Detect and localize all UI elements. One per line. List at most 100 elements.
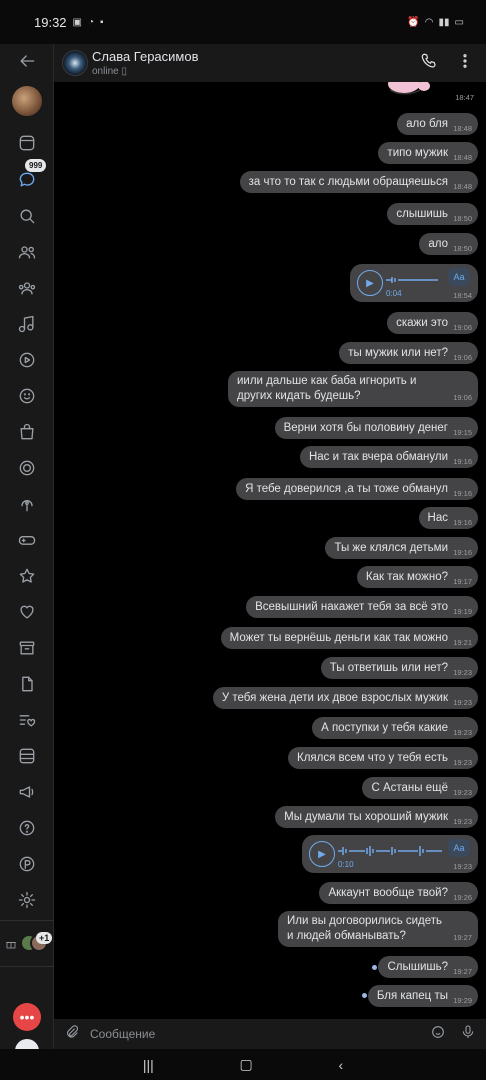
- message-bubble[interactable]: Всевышний накажет тебя за всё это 19:19: [246, 596, 478, 618]
- sidebar-item-messages[interactable]: 999: [0, 159, 54, 195]
- message-text: Или вы договорились сидеть и людей обман…: [287, 915, 443, 942]
- sidebar-item-files[interactable]: [0, 669, 54, 699]
- sidebar-item-games[interactable]: [0, 525, 54, 555]
- chat-bubble-button[interactable]: •••: [13, 1003, 41, 1031]
- waveform: [386, 277, 438, 283]
- message-time: 19:27: [453, 967, 472, 976]
- system-nav-bar: ||| ▢ ‹: [0, 1049, 486, 1080]
- file-icon: [22, 676, 33, 692]
- sidebar-item-market[interactable]: [0, 417, 54, 447]
- chat-title[interactable]: Слава Герасимов online ▯: [92, 49, 199, 77]
- message-bubble[interactable]: У тебя жена дети их двое взрослых мужик 1…: [212, 687, 478, 709]
- voice-record-button[interactable]: [460, 1024, 476, 1045]
- message-bubble[interactable]: Клялся всем что у тебя есть 19:23: [288, 747, 478, 769]
- message-bubble[interactable]: Или вы договорились сидеть и людей обман…: [278, 911, 478, 947]
- message-text: Всевышний накажет тебя за всё это: [255, 601, 448, 613]
- sidebar-item-lists[interactable]: [0, 705, 54, 735]
- sidebar-item-bookmarks[interactable]: [0, 561, 54, 591]
- message-bubble[interactable]: ало бля 18:48: [397, 113, 478, 135]
- message-bubble[interactable]: Может ты вернёшь деньги как так можно 19:…: [220, 627, 478, 649]
- profile-avatar[interactable]: [12, 86, 42, 116]
- message-bubble[interactable]: Ты ответишь или нет? 19:23: [320, 657, 478, 679]
- chevron-left-icon: ‹: [338, 1056, 344, 1073]
- message-time: 19:29: [453, 996, 472, 1005]
- message-text: Нас: [427, 512, 448, 524]
- voice-message[interactable]: ▶ 0:04 Аа 18:54: [350, 264, 478, 302]
- system-back-button[interactable]: ‹: [338, 1057, 343, 1073]
- message-time: 18:54: [453, 291, 472, 300]
- back-button[interactable]: [0, 46, 54, 76]
- recents-button[interactable]: |||: [143, 1057, 154, 1073]
- message-bubble[interactable]: слышишь 18:50: [387, 203, 478, 225]
- sidebar-item-podcasts[interactable]: [0, 489, 54, 519]
- message-bubble[interactable]: Верни хотя бы половину денег 19:15: [274, 417, 478, 439]
- sidebar-item-services[interactable]: [0, 741, 54, 771]
- sidebar-item-communities[interactable]: [0, 273, 54, 303]
- sidebar-item-help[interactable]: [0, 813, 54, 843]
- message-bubble[interactable]: иили дальше как баба игнорить и других к…: [228, 371, 478, 407]
- message-bubble[interactable]: Как так можно? 19:17: [356, 566, 478, 588]
- message-bubble[interactable]: скажи это 19:06: [387, 312, 478, 334]
- emoji-button[interactable]: [430, 1024, 446, 1045]
- online-status: online: [92, 66, 119, 77]
- message-bubble[interactable]: ало 18:50: [419, 233, 478, 255]
- wifi-icon: ◠: [424, 16, 434, 28]
- sidebar-item-gifts[interactable]: [0, 929, 22, 959]
- attach-button[interactable]: [64, 1024, 80, 1045]
- message-bubble[interactable]: С Астаны ещё 19:23: [362, 777, 478, 799]
- message-input[interactable]: Сообщение: [90, 1027, 155, 1041]
- message-bubble[interactable]: А поступки у тебя какие 19:23: [312, 717, 478, 739]
- sidebar-item-ads[interactable]: [0, 777, 54, 807]
- message-bubble[interactable]: Я тебе доверился ,а ты тоже обманул 19:16: [236, 478, 478, 500]
- message-bubble[interactable]: Нас и так вчера обманули 19:16: [299, 446, 478, 468]
- sidebar-item-music[interactable]: [0, 309, 54, 339]
- message-bubble[interactable]: Бля капец ты 19:29: [367, 985, 478, 1007]
- message-text: ты мужик или нет?: [348, 347, 448, 359]
- play-button[interactable]: ▶: [309, 841, 335, 867]
- play-button[interactable]: ▶: [357, 270, 383, 296]
- sidebar-item-news[interactable]: [0, 128, 54, 158]
- message-text: Может ты вернёшь деньги как так можно: [229, 632, 448, 644]
- sidebar-item-stickers[interactable]: [0, 381, 54, 411]
- message-text: Бля капец ты: [376, 990, 448, 1002]
- sidebar-item-friends[interactable]: [0, 237, 54, 267]
- sidebar-item-archive[interactable]: [0, 633, 54, 663]
- message-time: 19:27: [453, 933, 472, 942]
- message-text: слышишь: [396, 208, 448, 220]
- sidebar-item-search[interactable]: [0, 201, 54, 231]
- sidebar-item-settings[interactable]: [0, 885, 54, 915]
- message-time: 19:23: [453, 758, 472, 767]
- transcribe-button[interactable]: Аа: [448, 268, 470, 286]
- message-bubble[interactable]: Нас 19:16: [418, 507, 478, 529]
- voice-duration: 0:04: [386, 289, 402, 298]
- help-icon: [19, 820, 35, 836]
- music-icon: [18, 315, 34, 333]
- sticker[interactable]: [384, 82, 440, 100]
- call-button[interactable]: [420, 52, 438, 75]
- sidebar-item-target[interactable]: [0, 453, 54, 483]
- message-text: С Астаны ещё: [371, 782, 448, 794]
- message-bubble[interactable]: Аккаунт вообще твой? 19:26: [319, 882, 478, 904]
- message-bubble[interactable]: Слышишь? 19:27: [378, 956, 478, 978]
- recents-icon: |||: [142, 1056, 154, 1073]
- sidebar-item-pay[interactable]: [0, 849, 54, 879]
- message-bubble[interactable]: Ты же клялся детьми 19:16: [325, 537, 478, 559]
- voice-message[interactable]: ▶ 0:10 Аа 19:23: [302, 835, 478, 873]
- chat-status: online ▯: [92, 66, 199, 77]
- more-button[interactable]: [456, 52, 474, 75]
- play-icon: ▶: [366, 277, 374, 289]
- sidebar-item-video[interactable]: [0, 345, 54, 375]
- transcribe-button[interactable]: Аа: [448, 839, 470, 857]
- message-time: 18:48: [453, 124, 472, 133]
- chat-header: Слава Герасимов online ▯: [54, 44, 486, 82]
- message-bubble[interactable]: ты мужик или нет? 19:06: [339, 342, 478, 364]
- message-bubble[interactable]: за что то так с людьми обращяешься 18:48: [239, 171, 478, 193]
- message-bubble[interactable]: Мы думали ты хороший мужик 19:23: [275, 806, 478, 828]
- chat-avatar[interactable]: [62, 50, 88, 76]
- message-time: 19:21: [453, 638, 472, 647]
- message-bubble[interactable]: типо мужик 18:48: [378, 142, 478, 164]
- video-icon: [19, 352, 35, 368]
- sidebar-item-likes[interactable]: [0, 597, 54, 627]
- message-time: 19:23: [453, 698, 472, 707]
- home-button[interactable]: ▢: [240, 1056, 253, 1073]
